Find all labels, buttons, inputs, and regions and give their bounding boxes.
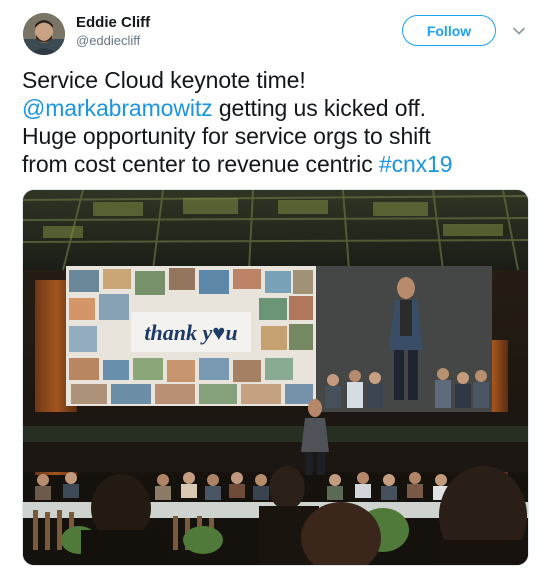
- more-options-button[interactable]: [511, 24, 527, 38]
- tweet-photo[interactable]: thank y♥u: [22, 189, 529, 566]
- author-display-name[interactable]: Eddie Cliff: [76, 14, 150, 32]
- screen-text: thank y♥u: [144, 320, 237, 345]
- tweet-line-2-text: getting us kicked off.: [212, 95, 426, 121]
- tweet-line-2: @markabramowitz getting us kicked off.: [22, 94, 527, 122]
- tweet-text: Service Cloud keynote time! @markabramow…: [22, 66, 527, 178]
- keynote-photo: thank y♥u: [23, 190, 528, 565]
- tweet-line-1: Service Cloud keynote time!: [22, 67, 306, 93]
- author-block[interactable]: Eddie Cliff @eddiecliff: [76, 14, 150, 49]
- author-handle[interactable]: @eddiecliff: [76, 32, 150, 49]
- chevron-down-icon: [513, 27, 525, 35]
- tweet-line-4-text: from cost center to revenue centric: [22, 151, 379, 177]
- mention-link[interactable]: @markabramowitz: [22, 95, 213, 121]
- tweet-line-4: from cost center to revenue centric #cnx…: [22, 150, 527, 178]
- tweet-card: Eddie Cliff @eddiecliff Follow Service C…: [0, 0, 550, 583]
- tweet-line-3: Huge opportunity for service orgs to shi…: [22, 123, 431, 149]
- follow-button[interactable]: Follow: [402, 15, 496, 46]
- hashtag-link[interactable]: #cnx19: [379, 151, 453, 177]
- avatar[interactable]: [23, 13, 65, 55]
- avatar-image: [23, 13, 65, 55]
